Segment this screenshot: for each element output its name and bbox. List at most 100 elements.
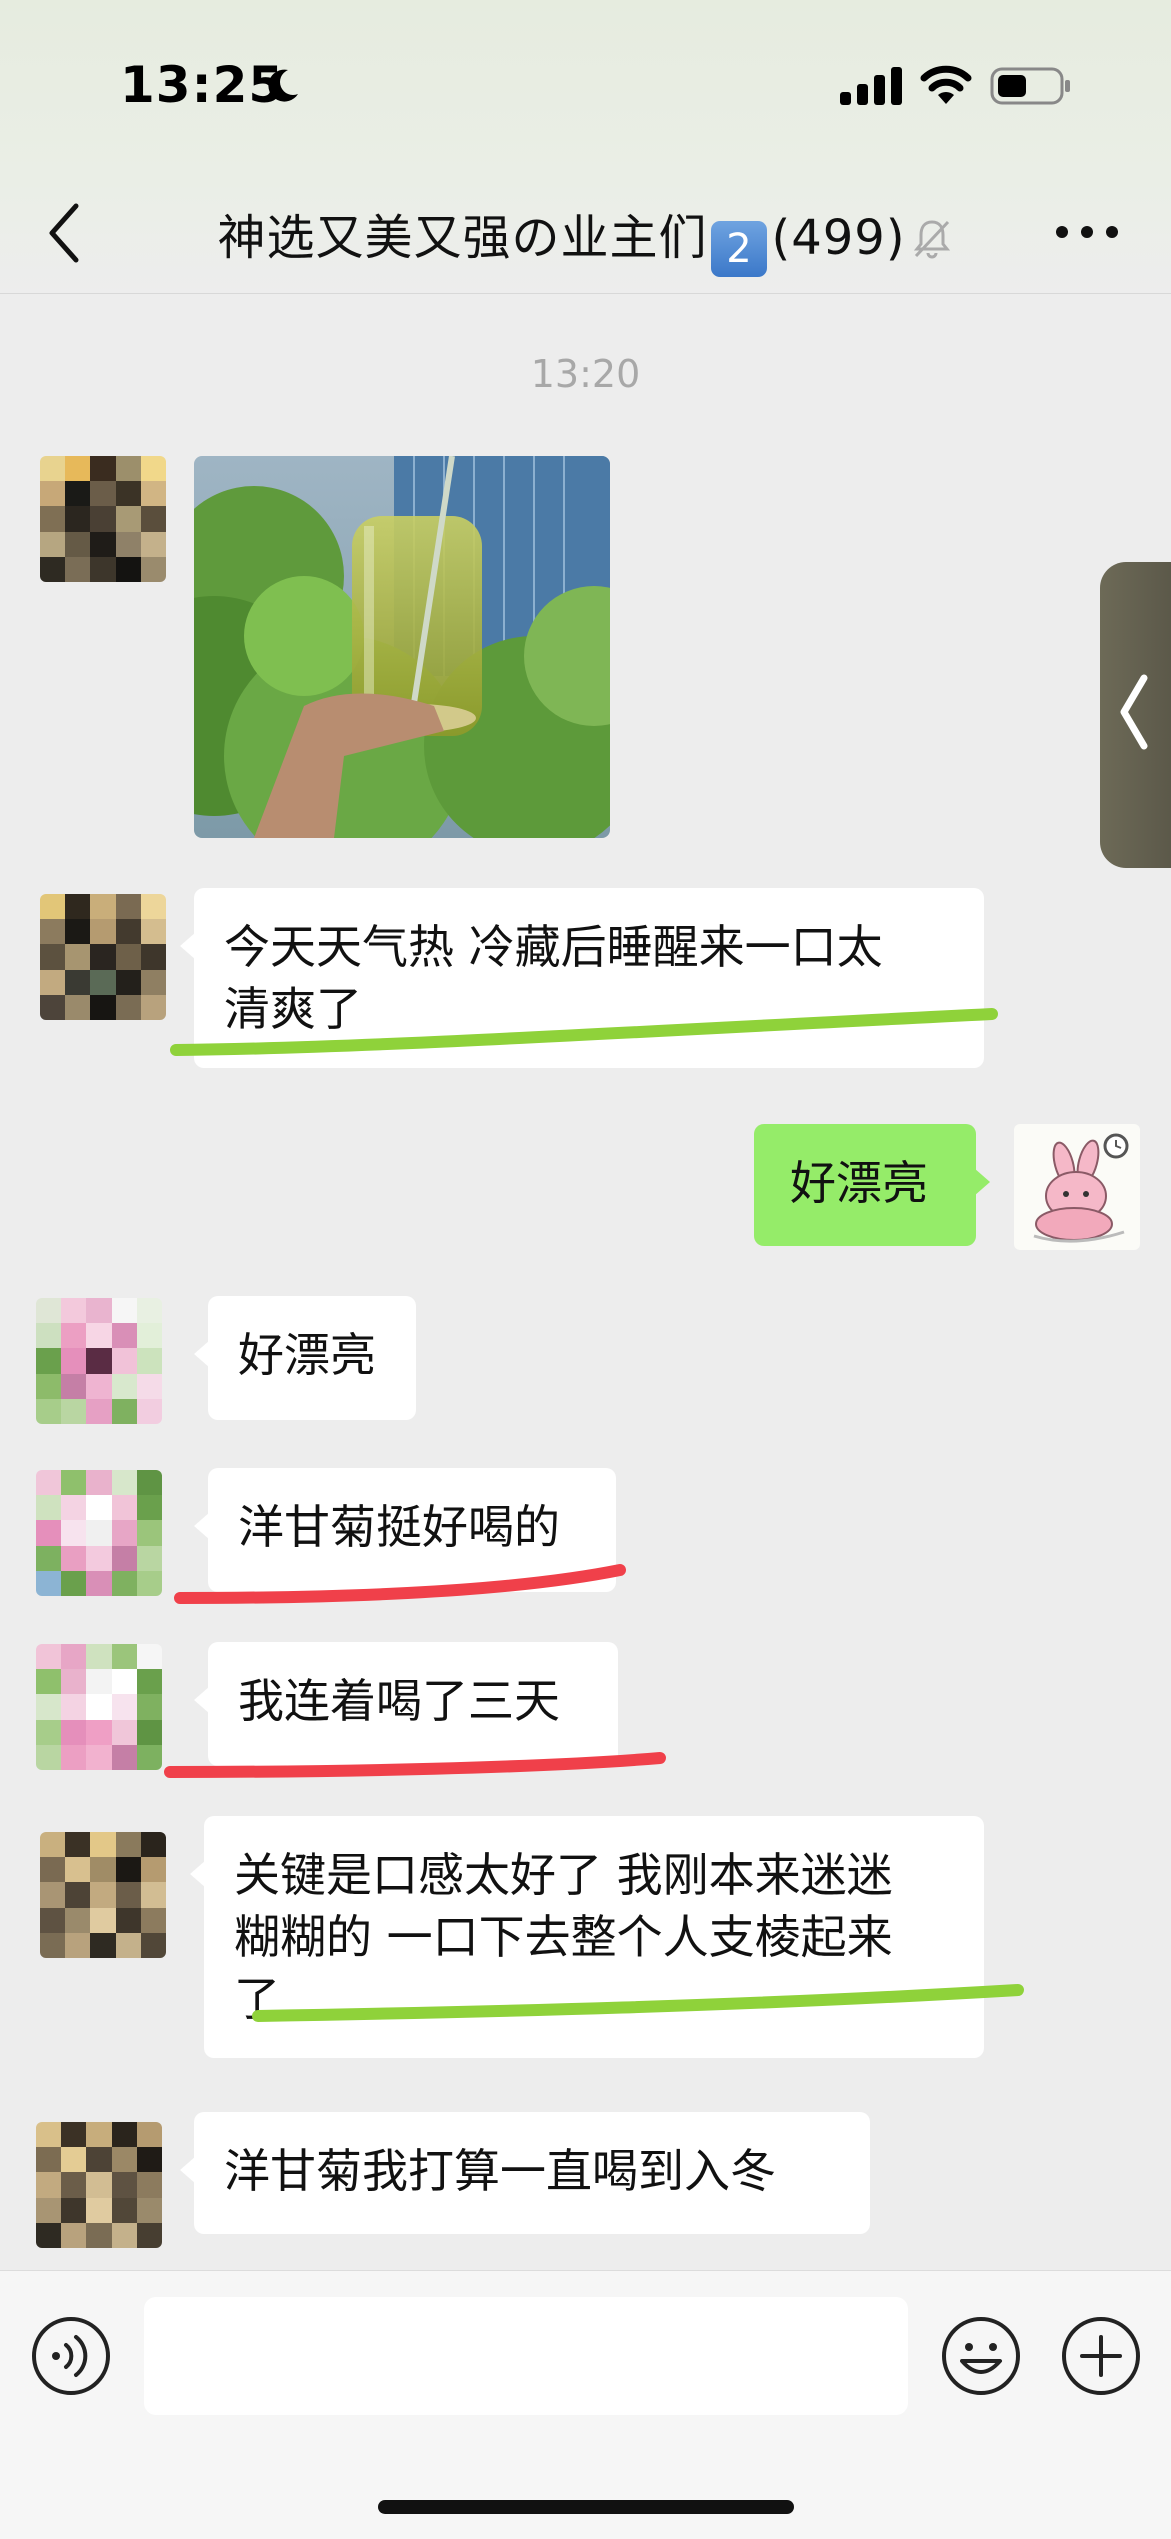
avatar-mosaic-tile [65,481,91,507]
more-icon[interactable] [1052,220,1122,244]
avatar-mosaic-tile [111,1470,137,1496]
avatar-mosaic-tile [136,1348,162,1374]
message-bubble[interactable]: 好漂亮 [194,1296,416,1420]
avatar-mosaic-tile [36,1298,62,1324]
avatar[interactable] [40,1832,166,1958]
avatar-mosaic-tile [40,919,66,945]
mute-bell-icon [913,220,950,259]
self-avatar[interactable] [1014,1124,1140,1250]
avatar-mosaic-tile [140,531,166,557]
moon-icon [268,69,298,102]
emoji-icon[interactable] [940,2315,1022,2397]
avatar-mosaic-tile [115,506,141,532]
message-photo[interactable] [194,456,610,838]
message-text: 好漂亮 [238,1328,376,1382]
message-text: 我连着喝了三天 [238,1674,560,1728]
wifi-icon [920,65,972,104]
avatar-mosaic-tile [36,2147,62,2173]
floating-side-tab[interactable] [1100,562,1171,868]
avatar-mosaic-tile [86,1398,112,1424]
avatar-mosaic-tile [111,2222,137,2248]
avatar-mosaic-tile [136,1495,162,1521]
tea-jar-photo [194,456,610,838]
avatar-mosaic-tile [61,1520,87,1546]
avatar-mosaic-tile [140,969,166,995]
avatar-mosaic-tile [136,1470,162,1496]
avatar-mosaic-tile [90,1907,116,1933]
avatar-mosaic-tile [136,1719,162,1745]
nav-divider [0,293,1171,294]
avatar-mosaic-tile [36,1719,62,1745]
avatar-mosaic-tile [111,1373,137,1399]
message-bubble-self[interactable]: 好漂亮 [754,1124,990,1246]
avatar-mosaic-tile [86,1570,112,1596]
avatar-mosaic-tile [90,969,116,995]
voice-icon[interactable] [30,2315,112,2397]
avatar-mosaic-tile [136,1373,162,1399]
avatar-mosaic-tile [140,1907,166,1933]
avatar-mosaic-tile [36,1694,62,1720]
avatar-mosaic-tile [36,1644,62,1670]
avatar-mosaic-tile [111,1323,137,1349]
message-input[interactable] [144,2297,908,2415]
avatar-mosaic-tile [140,481,166,507]
group-name: 神选又美又强の业主们 [217,210,708,266]
plus-icon[interactable] [1060,2315,1142,2397]
avatar-mosaic-tile [61,1398,87,1424]
avatar-mosaic-tile [65,506,91,532]
avatar-mosaic-tile [86,2147,112,2173]
avatar-mosaic-tile [36,1398,62,1424]
avatar-mosaic-tile [111,2147,137,2173]
avatar-mosaic-tile [61,1719,87,1745]
avatar-mosaic-tile [115,994,141,1020]
avatar-mosaic-tile [61,1694,87,1720]
avatar-mosaic-tile [36,1545,62,1571]
avatar-mosaic-tile [86,1323,112,1349]
message-bubble[interactable]: 洋甘菊我打算一直喝到入冬 [180,2112,870,2234]
avatar-mosaic-tile [90,1857,116,1883]
avatar-mosaic-tile [90,994,116,1020]
avatar-mosaic-tile [86,2172,112,2198]
status-time: 13:25 [120,56,285,114]
avatar-mosaic-tile [40,531,66,557]
avatar-mosaic-tile [115,969,141,995]
avatar-mosaic-tile [136,2147,162,2173]
avatar-mosaic-tile [136,2172,162,2198]
avatar-mosaic-tile [90,456,116,482]
avatar-mosaic-tile [61,1373,87,1399]
avatar-mosaic-tile [115,556,141,582]
avatar-mosaic-tile [61,2122,87,2148]
avatar-mosaic-tile [40,1832,66,1858]
avatar[interactable] [36,1298,162,1424]
home-indicator[interactable] [378,2500,794,2514]
chat-navbar: 神选又美又强の业主们 2 (499) [0,170,1171,294]
input-bar [0,2270,1171,2539]
message-line: 今天天气热 冷藏后睡醒来一口太 [224,920,883,974]
avatar[interactable] [40,456,166,582]
avatar-mosaic-tile [115,456,141,482]
avatar-mosaic-tile [111,1744,137,1770]
avatar-mosaic-tile [115,919,141,945]
avatar[interactable] [36,1470,162,1596]
avatar-mosaic-tile [140,919,166,945]
avatar-mosaic-tile [86,1545,112,1571]
avatar-mosaic-tile [115,1832,141,1858]
avatar-mosaic-tile [86,2222,112,2248]
avatar-mosaic-tile [90,1882,116,1908]
avatar-mosaic-tile [140,994,166,1020]
avatar-mosaic-tile [36,2222,62,2248]
chat-title: 神选又美又强の业主们 2 (499) [0,198,1171,277]
avatar[interactable] [40,894,166,1020]
avatar-mosaic-tile [90,944,116,970]
avatar-mosaic-tile [61,1545,87,1571]
avatar-mosaic-tile [136,1694,162,1720]
avatar-mosaic-tile [40,1882,66,1908]
avatar-mosaic-tile [111,1570,137,1596]
avatar-mosaic-tile [65,456,91,482]
avatar-mosaic-tile [40,1857,66,1883]
avatar[interactable] [36,1644,162,1770]
avatar-mosaic-tile [86,1520,112,1546]
avatar-mosaic-tile [136,1644,162,1670]
avatar-mosaic-tile [65,531,91,557]
avatar[interactable] [36,2122,162,2248]
